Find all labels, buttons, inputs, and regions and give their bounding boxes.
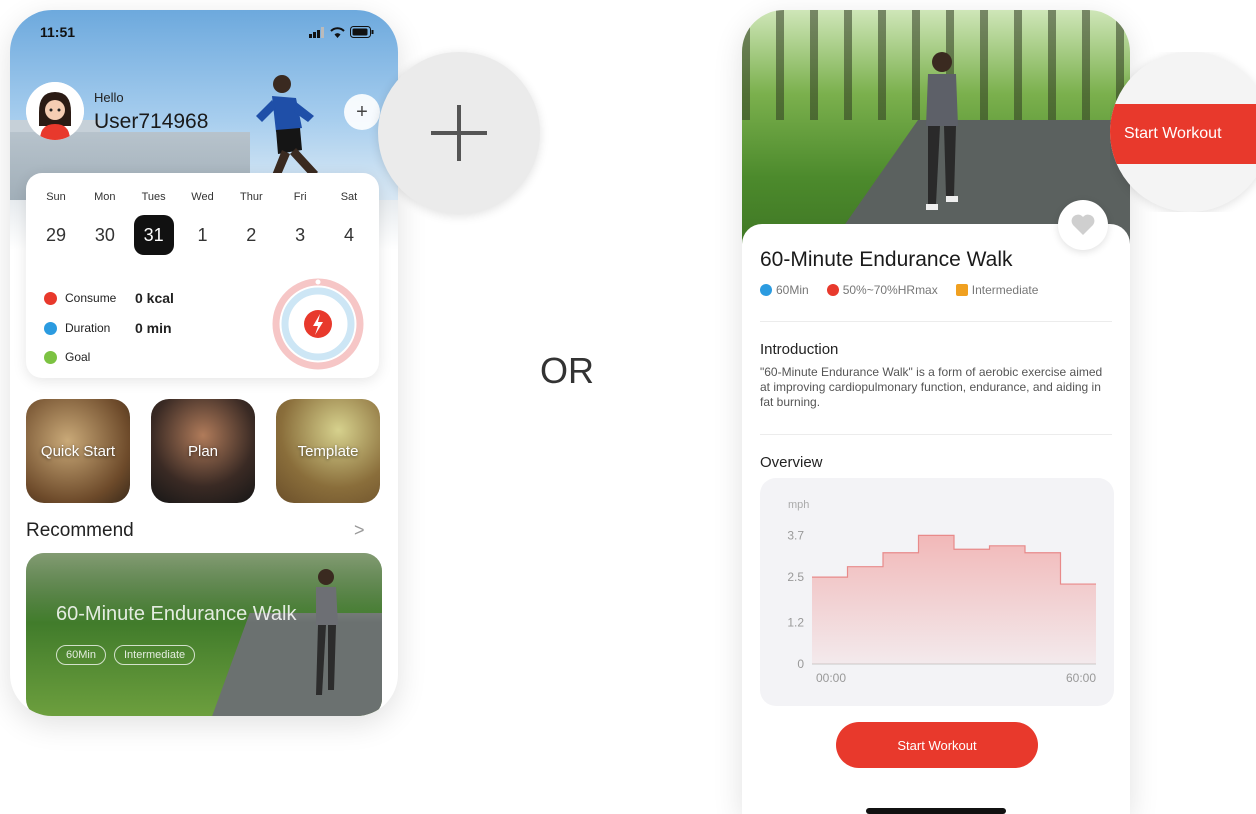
date-cell[interactable]: 1 xyxy=(180,215,224,255)
tile-label: Quick Start xyxy=(40,442,116,460)
wifi-icon xyxy=(330,26,345,38)
recommend-card[interactable]: 60-Minute Endurance Walk 60Min Intermedi… xyxy=(26,553,382,716)
weekday-label: Wed xyxy=(191,191,214,203)
meta-heart-rate: 50%~70%HRmax xyxy=(826,283,938,297)
divider xyxy=(760,321,1112,322)
y-tick-label: 2.5 xyxy=(787,570,804,584)
chevron-right-icon[interactable]: > xyxy=(354,520,365,541)
date-cell[interactable]: 29 xyxy=(34,215,78,255)
chart-canvas: mph 0 1.2 2.5 3.7 00:00 60:00 xyxy=(787,499,1096,685)
status-icons xyxy=(309,26,374,38)
quick-start-tile[interactable]: Quick Start xyxy=(26,399,130,503)
activity-ring[interactable] xyxy=(272,278,364,370)
home-indicator xyxy=(866,808,1006,814)
add-button[interactable]: + xyxy=(344,94,380,130)
battery-icon xyxy=(350,26,374,38)
weekday-label: Tues xyxy=(141,191,166,203)
plus-icon xyxy=(431,105,487,161)
runner-image xyxy=(316,569,338,695)
meta-level: Intermediate xyxy=(955,283,1039,297)
clock-icon xyxy=(44,321,57,335)
date-cell[interactable]: 4 xyxy=(327,215,371,255)
favorite-button[interactable] xyxy=(1058,200,1108,250)
level-badge: Intermediate xyxy=(113,645,196,665)
tile-label: Template xyxy=(297,442,359,460)
workout-detail-screen: 60-Minute Endurance Walk 60Min 50%~70%HR… xyxy=(742,10,1130,814)
stat-goal: Goal xyxy=(44,350,135,364)
avatar-illustration xyxy=(26,82,84,140)
weekday-label: Mon xyxy=(94,191,116,203)
greeting: Hello xyxy=(94,90,124,105)
date-cell-selected[interactable]: 31 xyxy=(133,215,174,255)
meta-text: 50%~70%HRmax xyxy=(842,283,938,297)
date-row: 29 30 31 1 2 3 4 xyxy=(34,215,371,255)
avatar[interactable] xyxy=(26,82,84,140)
status-time: 11:51 xyxy=(40,24,76,40)
date-cell[interactable]: 3 xyxy=(278,215,322,255)
calendar-card: Sun Mon Tues Wed Thur Fri Sat 29 30 31 1… xyxy=(26,173,379,378)
meta-text: 60Min xyxy=(776,283,809,297)
workout-title: 60-Minute Endurance Walk xyxy=(760,248,1013,271)
weekday-row: Sun Mon Tues Wed Thur Fri Sat xyxy=(34,191,371,203)
date-cell[interactable]: 2 xyxy=(229,215,273,255)
weekday-label: Thur xyxy=(240,191,263,203)
card-title: 60-Minute Endurance Walk xyxy=(56,603,297,625)
meta-duration: 60Min xyxy=(760,283,809,297)
workout-meta: 60Min 50%~70%HRmax Intermediate xyxy=(760,283,1056,297)
duration-badge: 60Min xyxy=(56,645,106,665)
y-tick-label: 1.2 xyxy=(787,615,804,629)
zoom-inner: Start Workout xyxy=(1110,52,1256,212)
start-workout-button[interactable]: Start Workout xyxy=(836,722,1038,768)
plan-tile[interactable]: Plan xyxy=(151,399,255,503)
plus-icon: + xyxy=(356,100,368,123)
section-title: Introduction xyxy=(760,341,839,358)
quick-tiles: Quick Start Plan Template xyxy=(26,399,382,503)
section-title: Recommend xyxy=(26,520,134,541)
or-separator: OR xyxy=(540,350,594,391)
level-icon xyxy=(955,284,968,296)
card-path xyxy=(202,613,382,716)
weekday-label: Fri xyxy=(293,191,307,203)
y-tick-label: 0 xyxy=(797,657,804,671)
heart-rate-icon xyxy=(826,284,839,296)
signal-icon xyxy=(309,26,324,38)
x-tick-label: 60:00 xyxy=(1066,671,1096,685)
target-icon xyxy=(44,350,57,364)
divider xyxy=(760,434,1112,435)
home-screen: 11:51 Hello User714968 + Sun Mon Tues We… xyxy=(10,10,398,716)
heart-icon xyxy=(1071,214,1095,235)
zoom-plus-callout xyxy=(378,52,540,214)
stat-value: 0 min xyxy=(135,320,172,336)
runner-image xyxy=(926,52,958,210)
flame-icon xyxy=(44,291,57,305)
clock-icon xyxy=(760,284,772,296)
stat-label: Consume xyxy=(65,291,117,305)
meta-text: Intermediate xyxy=(971,283,1039,297)
intro-text: "60-Minute Endurance Walk" is a form of … xyxy=(760,365,1103,409)
template-tile[interactable]: Template xyxy=(276,399,380,503)
speed-chart: mph 0 1.2 2.5 3.7 00:00 60:00 xyxy=(760,478,1114,706)
zoom-start-callout: Start Workout xyxy=(1110,52,1256,212)
stat-duration: Duration 0 min xyxy=(44,320,172,336)
stat-label: Goal xyxy=(65,350,91,364)
date-cell[interactable]: 30 xyxy=(83,215,127,255)
stat-value: 0 kcal xyxy=(135,290,174,306)
y-tick-label: 3.7 xyxy=(787,528,804,542)
status-bar: 11:51 xyxy=(10,10,398,54)
series-area xyxy=(812,535,1096,664)
stat-consume: Consume 0 kcal xyxy=(44,290,174,306)
weekday-label: Sun xyxy=(46,191,66,203)
section-title: Overview xyxy=(760,454,823,471)
username: User714968 xyxy=(94,110,209,133)
start-workout-button-zoomed[interactable]: Start Workout xyxy=(1110,104,1256,164)
y-axis-unit: mph xyxy=(788,499,809,511)
stat-label: Duration xyxy=(65,321,111,335)
tile-label: Plan xyxy=(187,442,219,460)
card-badges: 60Min Intermediate xyxy=(56,645,196,665)
x-tick-label: 00:00 xyxy=(816,671,846,685)
weekday-label: Sat xyxy=(340,191,358,203)
